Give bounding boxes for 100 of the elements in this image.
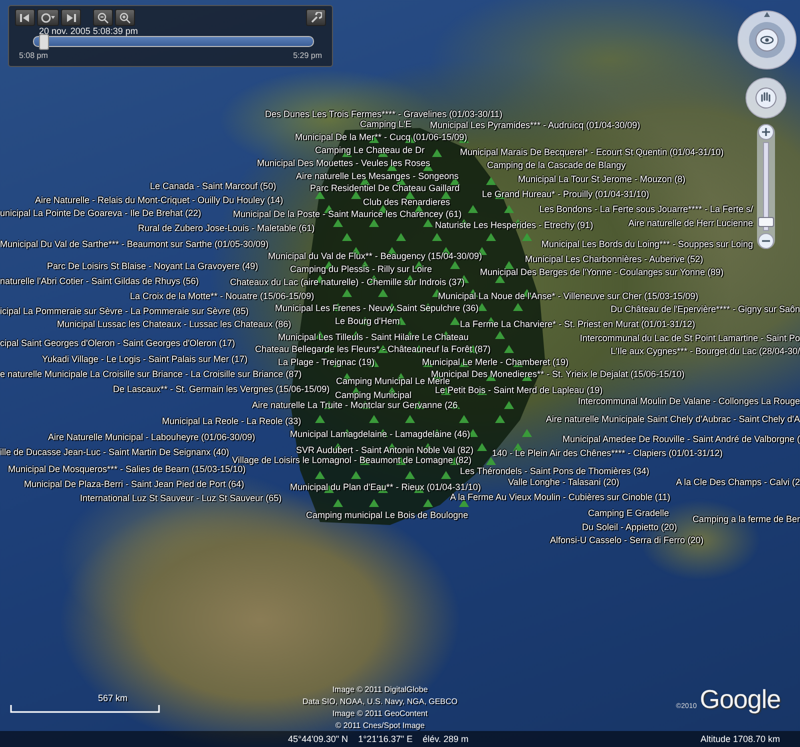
placemark-label[interactable]: icipal La Pommeraie sur Sèvre - La Pommeraie sur Sèvre (85) (0, 306, 249, 317)
placemark-label[interactable]: Le Canada - Saint Marcouf (50) (150, 181, 276, 192)
longitude: 1°21'16.37" E (358, 734, 413, 744)
placemark-label[interactable]: Municipal La Reole - La Reole (33) (162, 416, 302, 427)
placemark-label[interactable]: Municipal Lamagdelaine - Lamagdelaine (46) (290, 429, 470, 440)
imagery-credit: Data SIO, NOAA, U.S. Navy, NGA, GEBCO (302, 696, 458, 708)
placemark-label[interactable]: Municipal Le Merle - Chamberet (19) (422, 357, 569, 368)
placemark-label[interactable]: Municipal La Tour St Jerome - Mouzon (8) (518, 174, 686, 185)
placemark-label[interactable]: Camping Municipal (335, 390, 412, 401)
clock-icon (40, 12, 56, 22)
zoom-thumb[interactable] (758, 217, 774, 228)
placemark-label[interactable]: Municipal La Noue de l'Anse* - Villeneuve sur Cher (15/03-15/09) (438, 291, 698, 302)
placemark-label[interactable]: Naturiste Les Hesperides - Etrechy (91) (435, 220, 594, 231)
placemark-label[interactable]: cipal Saint Georges d'Oleron - Saint Georges d'Oleron (17) (0, 338, 236, 349)
placemark-label[interactable]: Municipal Les Tilleuls - Saint Hilaire Le Chateau (278, 332, 469, 343)
placemark-label[interactable]: Municipal Des Mouettes - Veules les Roses (257, 158, 430, 169)
wrench-icon (310, 12, 322, 24)
hand-navigation-icon[interactable] (744, 76, 788, 120)
zoom-slider[interactable] (757, 124, 775, 249)
placemark-label[interactable]: Camping de la Cascade de Blangy (487, 160, 626, 171)
placemark-label[interactable]: Chateaux du Lac (aire naturelle) - Chemille sur Indrois (37) (230, 277, 465, 288)
placemark-label[interactable]: Camping a la ferme de Ber (692, 514, 800, 525)
placemark-label[interactable]: Municipal Du Val de Sarthe*** - Beaumont sur Sarthe (01/05-30/09) (0, 239, 268, 250)
magnifier-minus-icon (97, 12, 109, 24)
placemark-label[interactable]: Municipal De la Poste - Saint Maurice les Charencey (61) (233, 209, 462, 220)
latitude: 45°44'09.30" N (288, 734, 348, 744)
placemark-label[interactable]: Chateau Bellegarde les Fleurs* - Châteauneuf la Forêt (87) (255, 344, 491, 355)
placemark-label[interactable]: Municipal De la Mer** - Cucq (01/06-15/09) (295, 132, 468, 143)
placemark-label[interactable]: Yukadi Village - Le Logis - Saint Palais sur Mer (17) (42, 354, 248, 365)
placemark-label[interactable]: naturelle l'Abri Cotier - Saint Gildas de Rhuys (56) (0, 276, 199, 287)
placemark-label[interactable]: Le Grand Hureau* - Prouilly (01/04-31/10) (482, 189, 650, 200)
placemark-label[interactable]: Club des Renardieres (363, 197, 450, 208)
placemark-label[interactable]: Aire Naturelle - Relais du Mont-Criquet - Ouilly Du Houley (14) (35, 195, 284, 206)
placemark-label[interactable]: A la Ferme Au Vieux Moulin - Cubières sur Cinoble (11) (450, 492, 670, 503)
placemark-label[interactable]: Intercommunal Moulin De Valane - Collonges La Rouge (578, 396, 800, 407)
wrench-button[interactable] (306, 9, 326, 26)
placemark-label[interactable]: Du Château de l'Epervière**** - Gigny sur Saôn (610, 304, 800, 315)
time-settings-button[interactable] (37, 9, 59, 26)
placemark-label[interactable]: SVR Audubert - Saint Antonin Noble Val (82) (296, 445, 474, 456)
placemark-label[interactable]: Alfonsi-U Casselo - Serra di Ferro (20) (550, 535, 704, 546)
placemark-label[interactable]: Municipal Lussac les Chateaux - Lussac les Chateaux (86) (57, 319, 292, 330)
placemark-label[interactable]: L'Ile aux Cygnes*** - Bourget du Lac (28/04-30/ (610, 346, 800, 357)
placemark-label[interactable]: 140 - Le Plein Air des Chênes**** - Clapiers (01/01-31/12) (492, 448, 723, 459)
skip-back-button[interactable] (15, 9, 35, 26)
zoom-out-button[interactable] (93, 9, 113, 26)
placemark-label[interactable]: De Lascaux** - St. Germain les Vergnes (15/06-15/09) (113, 384, 330, 395)
placemark-label[interactable]: Aire naturelle La Truite - Montclar sur Gervanne (26 (252, 400, 458, 411)
placemark-label[interactable]: Du Soleil - Appietto (20) (582, 522, 678, 533)
zoom-plus-icon[interactable] (758, 124, 774, 140)
placemark-label[interactable]: Camping municipal Le Bois de Boulogne (306, 510, 468, 521)
placemark-label[interactable]: Municipal Des Berges de l'Yonne - Coulanges sur Yonne (89) (480, 267, 724, 278)
slider-date-time: 20 nov. 2005 5:08:39 pm (39, 26, 139, 36)
placemark-label[interactable]: e naturelle Municipale La Croisille sur Briance - La Croisille sur Briance (87) (0, 369, 302, 380)
placemark-label[interactable]: La Plage - Treignac (19) (278, 357, 375, 368)
zoom-in-button[interactable] (115, 9, 135, 26)
placemark-label[interactable]: Municipal du Plan d'Eau** - Rieux (01/04-31/10) (290, 482, 481, 493)
placemark-label[interactable]: Le Bourg d'Hem (335, 316, 400, 327)
compass-icon[interactable] (736, 9, 798, 71)
placemark-label[interactable]: Aire naturelle Municipale Saint Chely d'Aubrac - Saint Chely d'A (546, 414, 800, 425)
placemark-label[interactable]: Aire naturelle de Herr Lucienne (628, 218, 753, 229)
placemark-label[interactable]: Les Thérondels - Saint Pons de Thomières (34) (460, 466, 650, 477)
placemark-label[interactable]: La Croix de la Motte** - Nouatre (15/06-15/09) (130, 291, 314, 302)
scale-distance: 567 km (98, 693, 128, 703)
placemark-label[interactable]: Intercommunal du Lac de St Point Lamartine - Saint Po (580, 333, 800, 344)
skip-back-icon (19, 12, 31, 22)
placemark-label[interactable]: Parc De Loisirs St Blaise - Noyant La Gravoyere (49) (47, 261, 258, 272)
placemark-label[interactable]: Municipal Les Bords du Loing*** - Souppes sur Loing (541, 239, 753, 250)
skip-forward-button[interactable] (61, 9, 81, 26)
placemark-label[interactable]: Municipal Les Charbonnières - Auberive (52) (525, 254, 704, 265)
placemark-label[interactable]: Le Petit Bois - Saint Merd de Lapleau (19) (435, 385, 603, 396)
placemark-label[interactable]: Les Bondons - La Ferte sous Jouarre**** - La Ferte s/ (539, 204, 753, 215)
placemark-label[interactable]: Municipal Les Frenes - Neuvy Saint Sepulchre (36) (275, 303, 479, 314)
placemark-label[interactable]: Camping du Plessis - Rilly sur Loire (290, 264, 432, 275)
placemark-label[interactable]: unicipal La Pointe De Goareva - Ile De Brehat (22) (0, 208, 202, 219)
placemark-label[interactable]: A la Cle Des Champs - Calvi (2 (676, 477, 800, 488)
placemark-label[interactable]: Municipal Les Pyramides*** - Audruicq (01/04-30/09) (430, 120, 640, 131)
placemark-label[interactable]: Camping E Gradelle (588, 508, 670, 519)
placemark-label[interactable]: Aire Naturelle Municipal - Labouheyre (01/06-30/09) (48, 432, 256, 443)
placemark-label[interactable]: Camping Le Chateau de Dr (315, 145, 425, 156)
time-slider-track[interactable] (33, 36, 314, 47)
magnifier-plus-icon (119, 12, 131, 24)
placemark-label[interactable]: ille de Ducasse Jean-Luc - Saint Martin De Seignanx (40) (0, 447, 230, 458)
placemark-label[interactable]: Municipal De Plaza-Berri - Saint Jean Pied de Port (64) (24, 479, 244, 490)
placemark-label[interactable]: Des Dunes Les Trois Fermes**** - Gravelines (01/03-30/11) (265, 109, 502, 120)
placemark-label[interactable]: Aire naturelle Les Mesanges - Songeons (296, 171, 459, 182)
placemark-label[interactable]: Parc Residentiel De Chateau Gaillard (310, 183, 460, 194)
placemark-label[interactable]: Valle Longhe - Talasani (20) (508, 477, 620, 488)
placemark-label[interactable]: Camping L'E (360, 119, 412, 130)
placemark-label[interactable]: Municipal Amedee De Rouville - Saint André de Valborgne ( (562, 434, 800, 445)
slider-thumb[interactable] (38, 34, 49, 50)
placemark-label[interactable]: International Luz St Sauveur - Luz St Sauveur (65) (80, 493, 282, 504)
placemark-label[interactable]: Village de Loisirs le Lomagnol - Beaumont de Lomagne (82) (232, 455, 472, 466)
start-time: 5:08 pm (19, 51, 48, 60)
placemark-label[interactable]: Municipal Marais De Becquerel* - Ecourt St Quentin (01/04-31/10) (460, 147, 724, 158)
zoom-minus-icon[interactable] (758, 233, 774, 249)
placemark-label[interactable]: Rural de Zubero Jose-Louis - Maletable (61) (138, 223, 315, 234)
placemark-label[interactable]: Municipal De Mosqueros*** - Salies de Bearn (15/03-15/10) (8, 464, 246, 475)
placemark-label[interactable]: Municipal du Val de Flux** - Beaugency (15/04-30/09) (268, 251, 482, 262)
placemark-label[interactable]: La Ferme La Charviere* - St. Priest en Murat (01/01-31/12) (460, 319, 696, 330)
imagery-credit: © 2011 Cnes/Spot Image (335, 720, 425, 732)
